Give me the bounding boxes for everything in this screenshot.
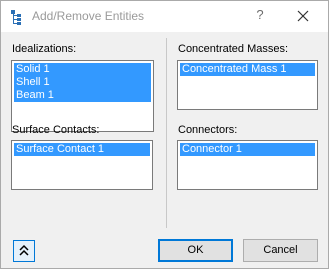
idealizations-list[interactable]: Solid 1 Shell 1 Beam 1 bbox=[11, 60, 154, 132]
list-item-shell[interactable]: Shell 1 bbox=[14, 76, 151, 89]
surface-contacts-label: Surface Contacts: bbox=[12, 124, 100, 136]
close-button[interactable] bbox=[293, 6, 313, 26]
cancel-button[interactable]: Cancel bbox=[243, 239, 318, 262]
column-divider bbox=[166, 38, 167, 228]
title-bar[interactable]: Add/Remove Entities ? bbox=[1, 1, 328, 32]
concentrated-masses-list[interactable]: Concentrated Mass 1 bbox=[177, 60, 318, 110]
concentrated-masses-label: Concentrated Masses: bbox=[178, 43, 289, 55]
double-chevron-up-icon bbox=[19, 244, 29, 256]
close-icon bbox=[297, 10, 309, 22]
list-item-beam[interactable]: Beam 1 bbox=[14, 89, 151, 102]
list-item-surface-contact[interactable]: Surface Contact 1 bbox=[14, 143, 150, 156]
connectors-label: Connectors: bbox=[178, 124, 238, 136]
list-item-connector[interactable]: Connector 1 bbox=[180, 143, 315, 156]
add-remove-entities-dialog: Add/Remove Entities ? Idealizations: Sol… bbox=[0, 0, 329, 269]
ok-button[interactable]: OK bbox=[158, 239, 233, 262]
list-item-solid[interactable]: Solid 1 bbox=[14, 63, 151, 76]
connectors-list[interactable]: Connector 1 bbox=[177, 140, 318, 190]
surface-contacts-list[interactable]: Surface Contact 1 bbox=[11, 140, 153, 190]
help-button[interactable]: ? bbox=[252, 7, 268, 25]
list-item-concentrated-mass[interactable]: Concentrated Mass 1 bbox=[180, 63, 315, 76]
window-title: Add/Remove Entities bbox=[32, 9, 145, 23]
expand-collapse-button[interactable] bbox=[13, 240, 35, 262]
entity-tree-icon bbox=[11, 10, 21, 25]
dialog-content: Idealizations: Solid 1 Shell 1 Beam 1 Co… bbox=[1, 32, 328, 268]
idealizations-label: Idealizations: bbox=[12, 43, 77, 55]
